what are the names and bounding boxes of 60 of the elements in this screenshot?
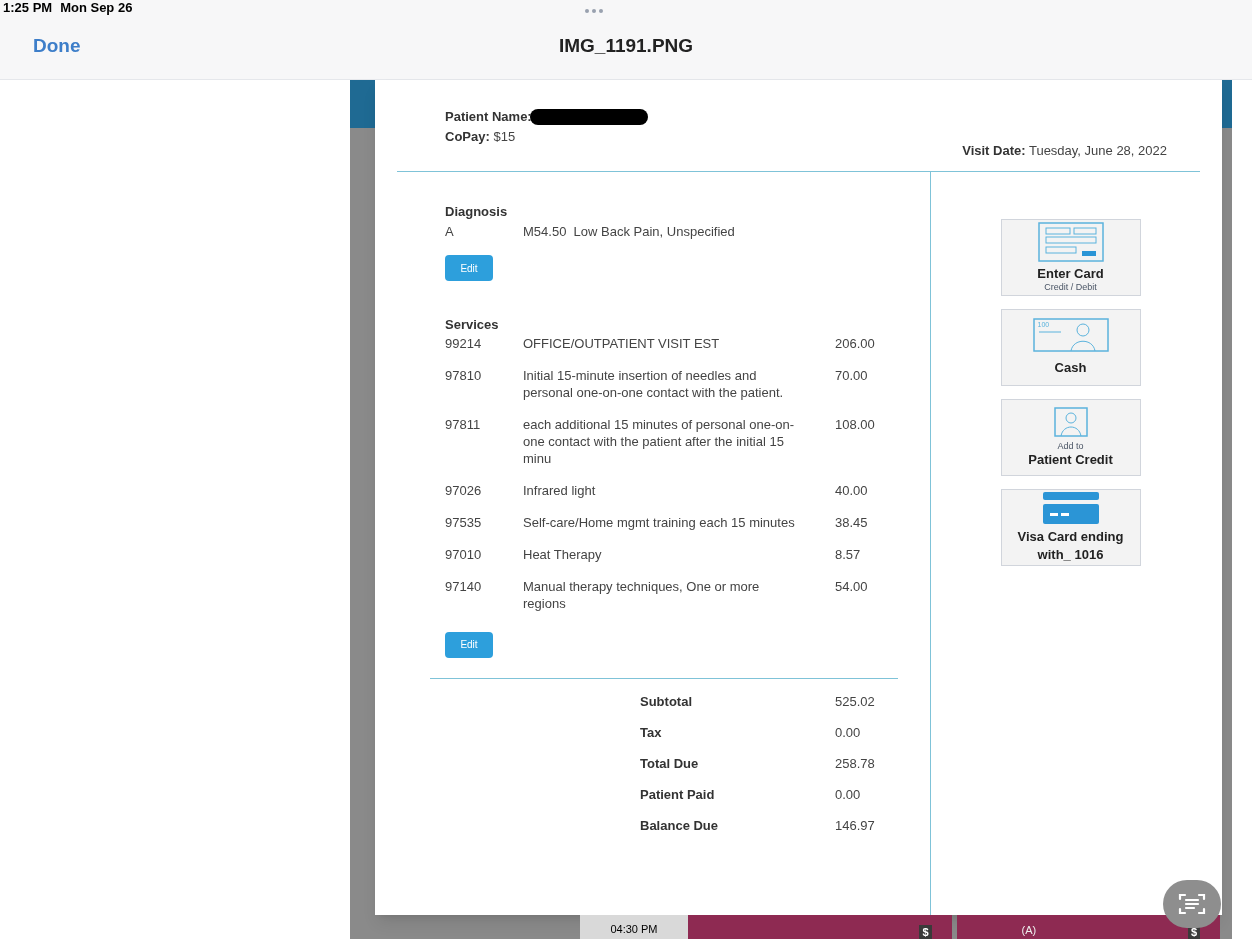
multitasking-dots-icon[interactable] <box>585 9 604 14</box>
option-title: Cash <box>1054 360 1087 377</box>
total-label: Tax <box>640 723 663 741</box>
service-description: Manual therapy techniques, One or more regions <box>523 577 761 612</box>
total-label: Total Due <box>640 754 700 772</box>
services-heading: Services <box>445 316 500 334</box>
service-amount: 54.00 <box>835 577 868 595</box>
diagnosis-letter: A <box>445 222 455 241</box>
service-code: 97140 <box>445 577 483 595</box>
copay-text: CoPay: $15 <box>445 127 517 146</box>
card-form-icon <box>1037 221 1104 262</box>
option-subtitle: Credit / Debit <box>1044 282 1097 294</box>
option-subtitle: Add to <box>1057 440 1084 452</box>
total-value: 258.78 <box>835 754 875 772</box>
patient-name-label: Patient Name: <box>445 108 532 126</box>
total-value: 0.00 <box>835 785 861 803</box>
payment-marker: $ <box>919 925 932 939</box>
payment-option[interactable]: Enter Card Credit / Debit <box>1000 219 1141 296</box>
total-label: Patient Paid <box>640 785 716 803</box>
payment-option[interactable]: Add to Patient Credit <box>1000 399 1141 476</box>
option-title: Visa Card ending with_ 1016 <box>1016 527 1125 564</box>
service-description: Initial 15-minute insertion of needles and personal one-on-one contact with the patient. <box>523 366 785 401</box>
status-date: Mon Sep 26 <box>60 1 133 14</box>
service-amount: 108.00 <box>835 415 875 433</box>
option-title: Patient Credit <box>1028 452 1113 469</box>
visit-date-text: Visit Date: Tuesday, June 28, 2022 <box>962 142 1167 160</box>
service-code: 97535 <box>445 513 483 531</box>
service-amount: 8.57 <box>835 545 861 563</box>
service-amount: 70.00 <box>835 366 868 384</box>
service-code: 99214 <box>445 334 483 352</box>
service-amount: 206.00 <box>835 334 875 352</box>
credit-card-icon <box>1042 491 1099 524</box>
service-code: 97810 <box>445 366 483 384</box>
image-title: IMG_1191.PNG <box>558 34 694 59</box>
service-description: each additional 15 minutes of personal one-on-one contact with the patient after the initial 15 minu <box>523 415 795 467</box>
total-value: 146.97 <box>835 816 875 834</box>
option-title: Enter Card <box>1037 265 1104 282</box>
payment-option[interactable]: Visa Card ending with_ 1016 <box>1000 489 1141 566</box>
service-amount: 40.00 <box>835 481 868 499</box>
total-value: 0.00 <box>835 723 861 741</box>
total-label: Balance Due <box>640 816 720 834</box>
appointment-time: 04:30 PM <box>610 921 658 937</box>
total-label: Subtotal <box>640 692 693 710</box>
person-card-icon <box>1053 406 1088 437</box>
appointment-tag: (A) <box>1021 921 1037 939</box>
done-button[interactable]: Done <box>33 32 81 61</box>
service-description: OFFICE/OUTPATIENT VISIT EST <box>523 334 721 352</box>
status-time: 1:25 PM <box>3 1 53 14</box>
service-amount: 38.45 <box>835 513 868 531</box>
diagnosis-text: M54.50 Low Back Pain, Unspecified <box>523 222 735 241</box>
service-description: Self-care/Home mgmt training each 15 minutes <box>523 513 796 531</box>
total-value: 525.02 <box>835 692 875 710</box>
banknote-icon <box>1032 318 1109 353</box>
service-description: Heat Therapy <box>523 545 603 563</box>
service-description: Infrared light <box>523 481 597 499</box>
service-code: 97811 <box>445 415 482 433</box>
diagnosis-heading: Diagnosis <box>445 203 509 221</box>
service-code: 97026 <box>445 481 483 499</box>
service-code: 97010 <box>445 545 483 563</box>
text-scan-icon <box>1178 892 1206 916</box>
